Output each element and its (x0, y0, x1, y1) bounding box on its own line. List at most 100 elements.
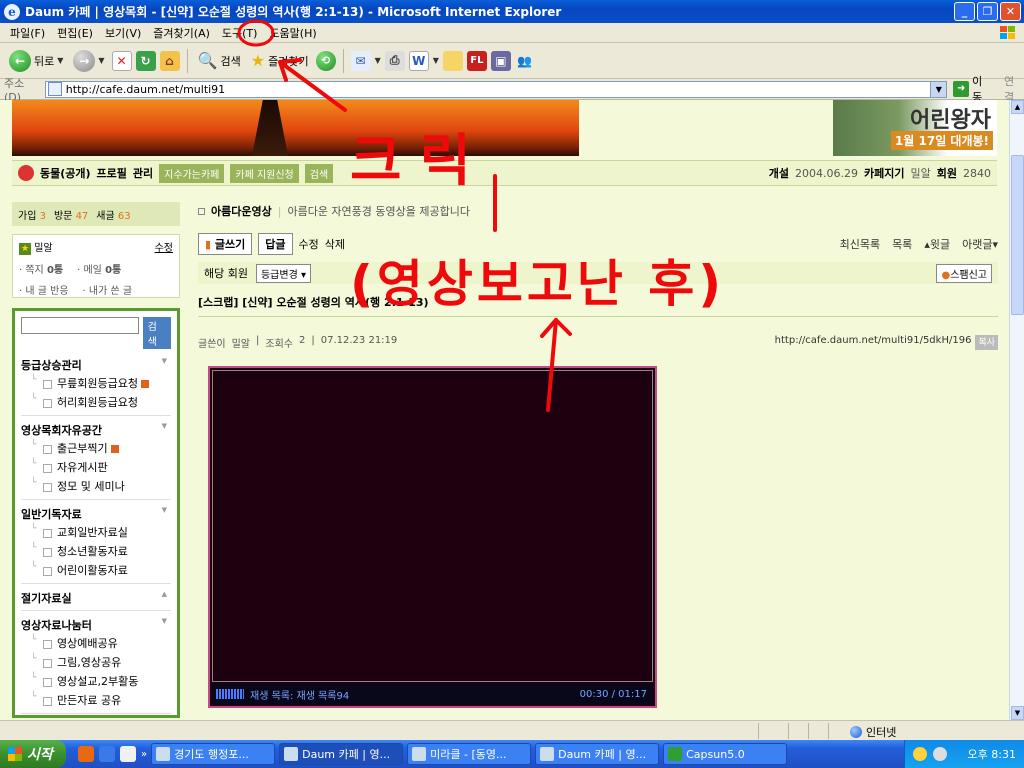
clock[interactable]: 오후 8:31 (968, 746, 1016, 762)
chevron-down-icon[interactable]: ▼ (375, 56, 381, 65)
manage-link[interactable]: 관리 (133, 165, 153, 181)
menu-view[interactable]: 보기(V) (99, 25, 147, 41)
board-item[interactable]: 출근부찍기 (21, 438, 171, 457)
taskbar-item[interactable]: 미라클 - [동영... (407, 743, 532, 765)
menu-edit[interactable]: 편집(E) (51, 25, 99, 41)
address-input[interactable]: http://cafe.daum.net/multi91 ▼ (44, 80, 948, 98)
note-icon[interactable] (442, 50, 463, 71)
copy-url-button[interactable]: 복사 (975, 335, 998, 350)
spam-report-button[interactable]: ●스팸신고 (936, 263, 992, 283)
dictionary-icon[interactable] (120, 746, 136, 762)
favorites-button[interactable]: ★ 즐겨찾기 (248, 46, 312, 76)
window-titlebar[interactable]: e Daum 카페 | 영상목회 - [신약] 오순절 성령의 역사(행 2:1… (0, 0, 1024, 23)
board-item[interactable]: 만든자료 공유 (21, 690, 171, 709)
stop-icon[interactable]: ✕ (111, 50, 132, 71)
board-item[interactable]: 허리회원등급요청 (21, 392, 171, 411)
address-url[interactable]: http://cafe.daum.net/multi91 (66, 83, 225, 96)
ie-quicklaunch-icon[interactable] (99, 746, 115, 762)
print-icon[interactable]: ⎙ (384, 50, 405, 71)
cafe-chip-search[interactable]: 검색 (304, 163, 334, 183)
board-item[interactable]: 어린이활동자료 (21, 560, 171, 579)
my-edit-link[interactable]: 수정 (155, 239, 173, 254)
profile-link[interactable]: 프로필 (97, 165, 127, 181)
promo-banner[interactable]: 어린왕자 1월 17일 대개봉! (833, 100, 997, 156)
firefox-icon[interactable] (78, 746, 94, 762)
board-category[interactable]: 영상목회자유공간 ▼ (21, 422, 171, 438)
board-item[interactable]: 정모 및 세미나 (21, 476, 171, 495)
list-link[interactable]: 목록 (892, 236, 912, 252)
mail-link[interactable]: · 메일 0통 (77, 261, 121, 276)
home-icon[interactable]: ⌂ (159, 50, 180, 71)
volume-bars-icon[interactable] (216, 689, 244, 699)
cafe-name[interactable]: 동물(공개) (40, 165, 91, 181)
scroll-down-icon[interactable]: ▼ (1011, 706, 1024, 720)
my-replies-link[interactable]: · 내 글 반응 (19, 282, 69, 297)
note-link[interactable]: · 쪽지 0통 (19, 261, 63, 276)
scroll-up-icon[interactable]: ▲ (1011, 100, 1024, 114)
tray-icon[interactable] (913, 747, 927, 761)
prev-post-link[interactable]: ▴윗글 (924, 236, 950, 252)
tray-icon[interactable] (933, 747, 947, 761)
refresh-icon[interactable]: ↻ (135, 50, 156, 71)
board-item[interactable]: 영상예배공유 (21, 633, 171, 652)
board-category[interactable]: 절기자료실 ▲ (21, 590, 171, 606)
board-category[interactable]: 영상자료나눔터 ▼ (21, 617, 171, 633)
close-button[interactable]: ✕ (1000, 2, 1021, 21)
search-button[interactable]: 🔍 검색 (195, 46, 244, 76)
minimize-button[interactable]: _ (954, 2, 975, 21)
menu-file[interactable]: 파일(F) (4, 25, 51, 41)
cafe-search-input[interactable] (21, 317, 139, 334)
board-item[interactable]: 무릎회원등급요청 (21, 373, 171, 392)
board-item[interactable]: 청소년활동자료 (21, 541, 171, 560)
author-name[interactable]: 밀알 (232, 335, 250, 350)
mail-icon[interactable]: ✉ (350, 50, 371, 71)
collapse-icon[interactable]: ▼ (162, 422, 167, 438)
next-post-link[interactable]: 아랫글▾ (962, 236, 998, 252)
post-url[interactable]: http://cafe.daum.net/multi91/5dkH/196 (775, 335, 972, 350)
video-screen[interactable] (212, 370, 653, 682)
taskbar-item[interactable]: 경기도 행정포... (151, 743, 276, 765)
latest-list-link[interactable]: 최신목록 (840, 236, 880, 252)
forward-button[interactable]: → ▼ (70, 46, 107, 76)
media-player[interactable]: 재생 목록: 재생 목록94 00:30 / 01:17 (208, 366, 657, 708)
start-button[interactable]: 시작 (0, 740, 66, 768)
taskbar-item[interactable]: Daum 카페 | 영... (535, 743, 660, 765)
back-button[interactable]: ← 뒤로 ▼ (6, 46, 66, 76)
reply-button[interactable]: 답글 (258, 233, 293, 255)
my-posts-link[interactable]: · 내가 쓴 글 (83, 282, 133, 297)
board-item[interactable]: 그림,영상공유 (21, 652, 171, 671)
more-icon[interactable]: » (141, 749, 147, 760)
vertical-scrollbar[interactable]: ▲ ▼ (1009, 100, 1024, 720)
board-item[interactable]: 영상설교,2부활동 (21, 671, 171, 690)
menu-favorites[interactable]: 즐겨찾기(A) (147, 25, 216, 41)
messenger-icon[interactable]: 👥 (515, 51, 535, 71)
collapse-icon[interactable]: ▼ (162, 617, 167, 633)
board-category[interactable]: 등급상승관리 ▼ (21, 357, 171, 373)
owner-name[interactable]: 밀알 (911, 165, 931, 181)
scroll-thumb[interactable] (1011, 155, 1024, 315)
grade-change-dropdown[interactable]: 등급변경 ▾ (255, 263, 311, 283)
menu-tools[interactable]: 도구(T) (216, 25, 264, 41)
chevron-down-icon[interactable]: ▼ (433, 56, 439, 65)
delete-link[interactable]: 삭제 (325, 236, 345, 252)
write-button[interactable]: ▮ 글쓰기 (198, 233, 253, 255)
word-icon[interactable]: W (408, 50, 429, 71)
taskbar-item[interactable]: Daum 카페 | 영... (279, 743, 404, 765)
chevron-down-icon[interactable]: ▼ (57, 56, 63, 65)
collapse-icon[interactable]: ▼ (162, 506, 167, 522)
board-category[interactable]: 일반기독자료 ▼ (21, 506, 171, 522)
board-item[interactable]: 자유게시판 (21, 457, 171, 476)
maximize-button[interactable]: ❐ (977, 2, 998, 21)
cafe-search-button[interactable]: 검색 (142, 317, 171, 349)
chevron-down-icon[interactable]: ▼ (98, 56, 104, 65)
flashget-icon[interactable]: FL (466, 50, 487, 71)
edit-link[interactable]: 수정 (299, 236, 319, 252)
player-control-bar[interactable]: 재생 목록: 재생 목록94 00:30 / 01:17 (212, 684, 653, 704)
menu-help[interactable]: 도움말(H) (263, 25, 322, 41)
collapse-icon[interactable]: ▼ (162, 357, 167, 373)
history-icon[interactable]: ⟲ (315, 50, 336, 71)
cafe-chip-support[interactable]: 카페 지원신청 (230, 163, 299, 183)
media-icon[interactable]: ▣ (490, 50, 511, 71)
address-dropdown-icon[interactable]: ▼ (930, 81, 947, 97)
board-item[interactable]: 교회일반자료실 (21, 522, 171, 541)
